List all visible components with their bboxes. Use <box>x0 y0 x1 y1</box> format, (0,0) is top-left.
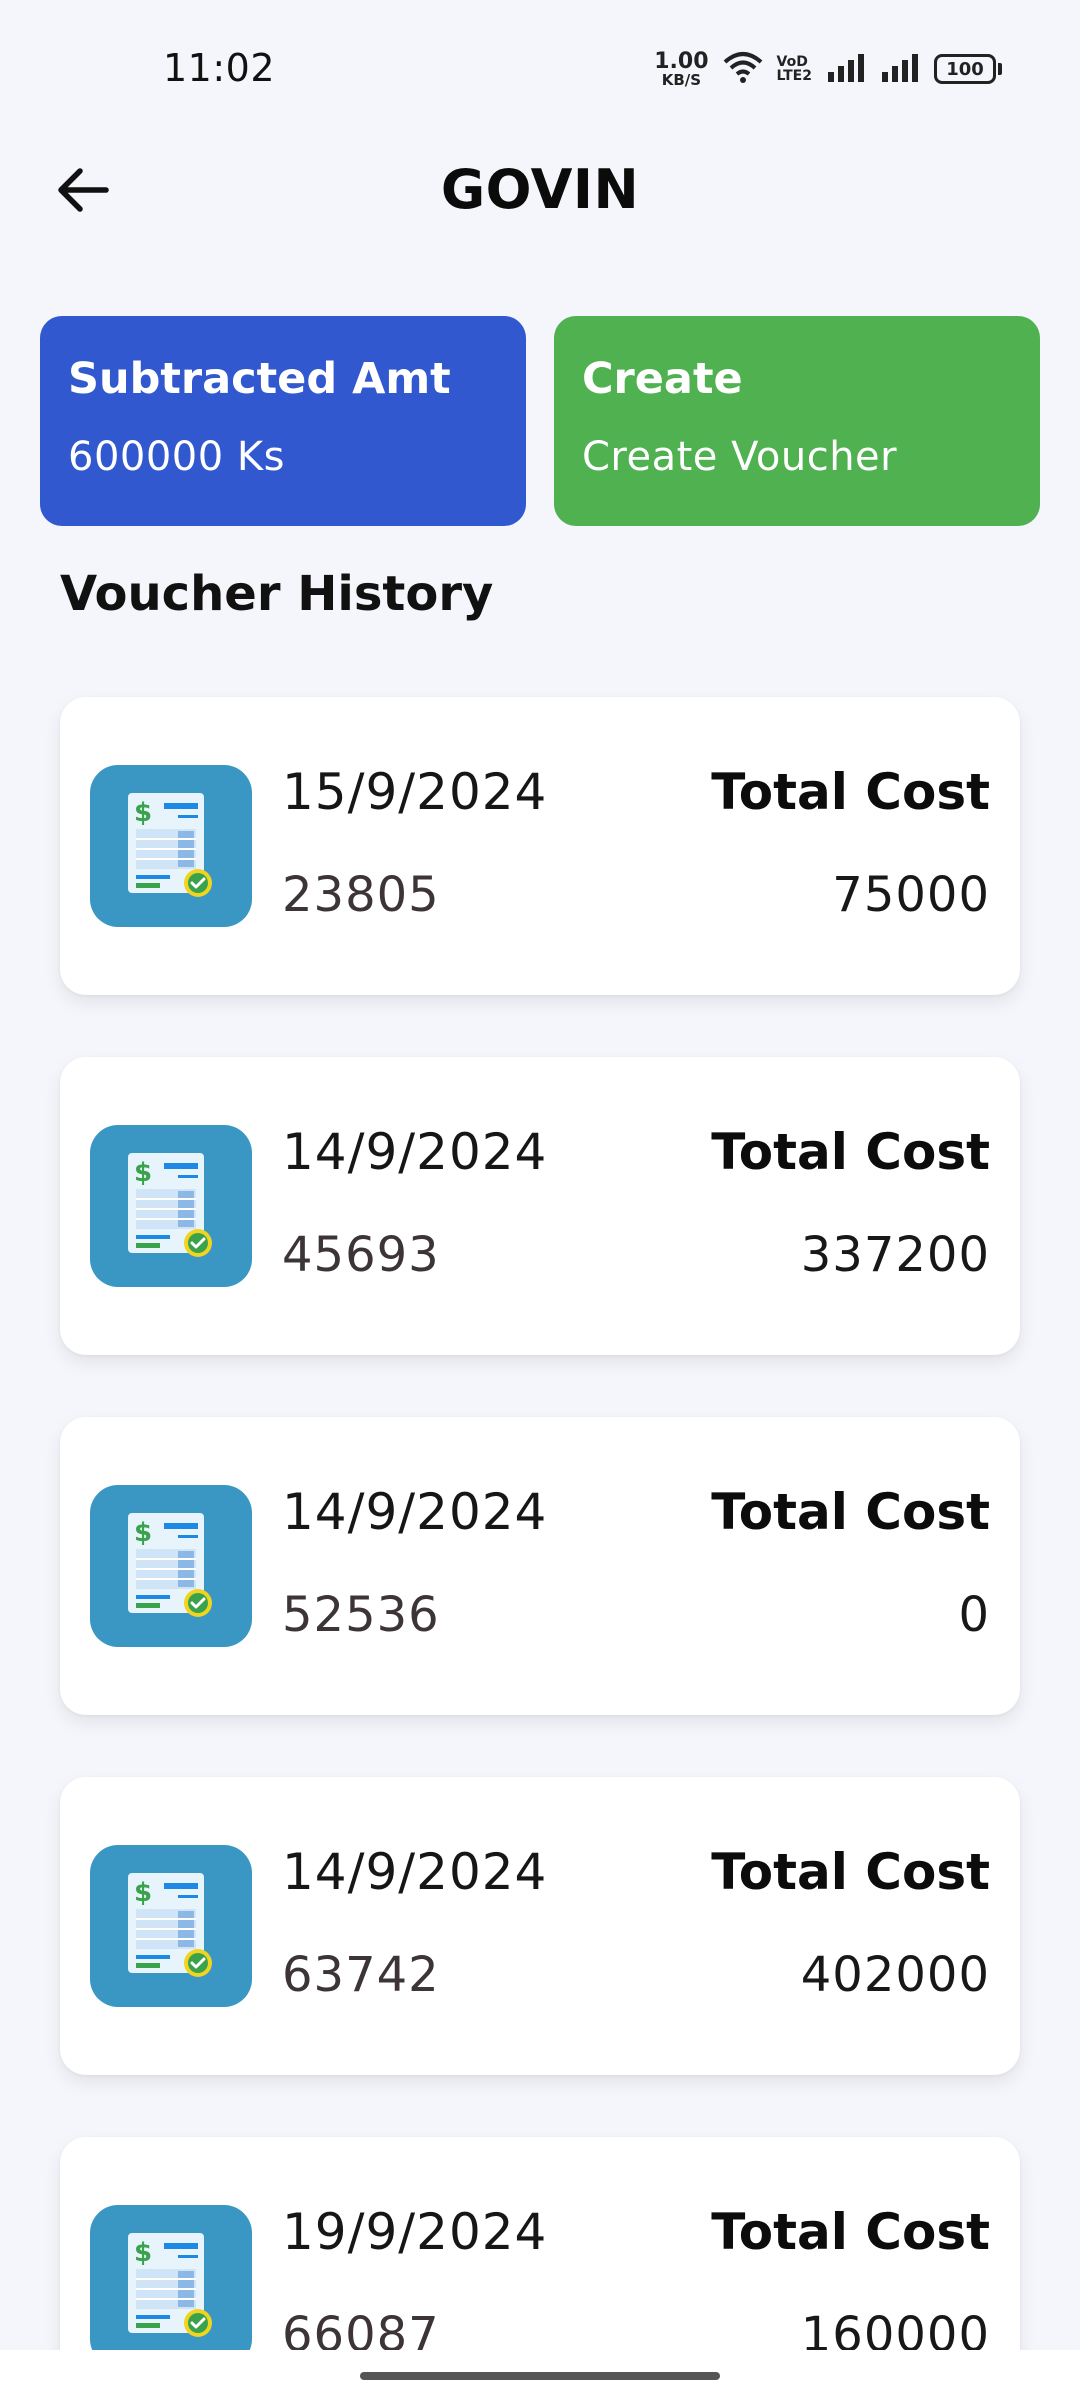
svg-text:$: $ <box>134 1158 152 1188</box>
network-speed: 1.00 KB/S <box>654 48 709 89</box>
voucher-id: 63742 <box>282 1947 440 2003</box>
voucher-list: $ 15/9/2024 23805 Total Cost 75000 $ 14/… <box>60 697 1020 2400</box>
subtracted-amount-title: Subtracted Amt <box>68 354 451 404</box>
total-cost-label: Total Cost <box>711 2203 990 2261</box>
total-cost-value: 402000 <box>800 1947 990 2003</box>
voucher-date: 14/9/2024 <box>282 1123 548 1181</box>
battery-level: 100 <box>934 54 996 84</box>
voucher-id: 45693 <box>282 1227 440 1283</box>
voucher-item[interactable]: $ 14/9/2024 63742 Total Cost 402000 <box>60 1777 1020 2075</box>
svg-text:$: $ <box>134 2238 152 2268</box>
volte-indicator: VoD LTE2 <box>777 55 812 83</box>
signal-strength-icon-2 <box>880 52 920 86</box>
create-voucher-button[interactable]: Create Create Voucher <box>554 316 1040 526</box>
total-cost-value: 0 <box>958 1587 990 1643</box>
voucher-date: 14/9/2024 <box>282 1843 548 1901</box>
status-bar: 11:02 1.00 KB/S VoD LTE2 100 <box>0 0 1080 130</box>
voucher-date: 14/9/2024 <box>282 1483 548 1541</box>
create-voucher-subtitle: Create Voucher <box>582 434 898 480</box>
network-speed-value: 1.00 <box>654 48 709 74</box>
voucher-item[interactable]: $ 14/9/2024 52536 Total Cost 0 <box>60 1417 1020 1715</box>
volte-bottom-label: LTE2 <box>776 68 812 84</box>
voucher-id: 52536 <box>282 1587 440 1643</box>
wifi-icon <box>723 50 763 88</box>
receipt-dollar-check-icon: $ <box>90 1485 252 1647</box>
subtracted-amount-card[interactable]: Subtracted Amt 600000 Ks <box>40 316 526 526</box>
receipt-dollar-check-icon: $ <box>90 1125 252 1287</box>
voucher-date: 15/9/2024 <box>282 763 548 821</box>
voucher-id: 23805 <box>282 867 440 923</box>
battery-icon: 100 <box>934 54 1002 84</box>
total-cost-label: Total Cost <box>711 1843 990 1901</box>
section-title-voucher-history: Voucher History <box>60 566 494 622</box>
page-title: GOVIN <box>440 158 640 221</box>
total-cost-label: Total Cost <box>711 763 990 821</box>
network-speed-unit: KB/S <box>661 70 702 89</box>
home-gesture-handle[interactable] <box>360 2372 720 2380</box>
total-cost-value: 337200 <box>800 1227 990 1283</box>
receipt-dollar-check-icon: $ <box>90 2205 252 2367</box>
battery-cap <box>998 63 1002 75</box>
app-header: GOVIN <box>0 140 1080 240</box>
svg-text:$: $ <box>134 1518 152 1548</box>
volte-top-label: VoD <box>776 54 808 70</box>
receipt-dollar-check-icon: $ <box>90 1845 252 2007</box>
voucher-item[interactable]: $ 15/9/2024 23805 Total Cost 75000 <box>60 697 1020 995</box>
total-cost-label: Total Cost <box>711 1483 990 1541</box>
app-screen: 11:02 1.00 KB/S VoD LTE2 100 GOVIN Subtr… <box>0 0 1080 2400</box>
subtracted-amount-value: 600000 Ks <box>68 434 285 480</box>
signal-strength-icon <box>826 52 866 86</box>
total-cost-value: 75000 <box>832 867 990 923</box>
total-cost-label: Total Cost <box>711 1123 990 1181</box>
status-icons: 1.00 KB/S VoD LTE2 100 <box>654 50 1002 88</box>
voucher-item[interactable]: $ 14/9/2024 45693 Total Cost 337200 <box>60 1057 1020 1355</box>
system-navigation-bar <box>0 2350 1080 2400</box>
svg-text:$: $ <box>134 1878 152 1908</box>
voucher-date: 19/9/2024 <box>282 2203 548 2261</box>
svg-text:$: $ <box>134 798 152 828</box>
create-title: Create <box>582 354 743 404</box>
receipt-dollar-check-icon: $ <box>90 765 252 927</box>
status-time: 11:02 <box>163 46 276 90</box>
